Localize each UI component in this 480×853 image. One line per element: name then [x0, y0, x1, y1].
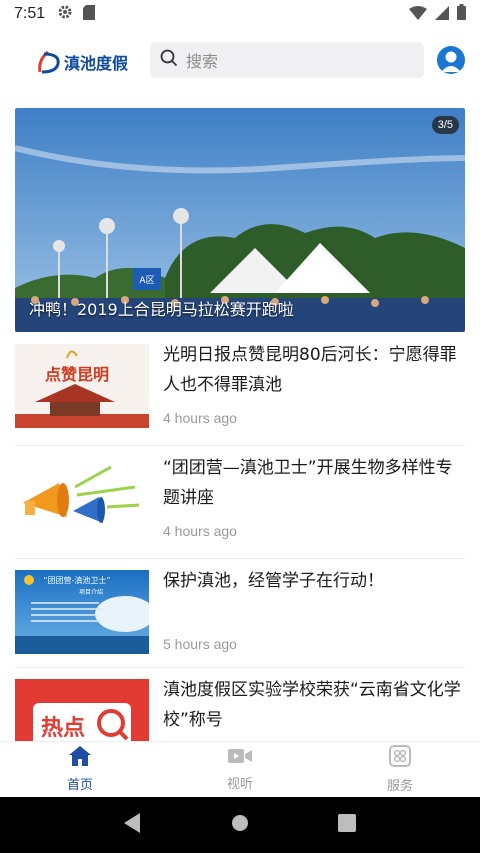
- nav-label: 服务: [386, 779, 413, 794]
- nav-item-video[interactable]: 视听: [160, 742, 320, 797]
- banner-counter: 3/5: [431, 116, 459, 134]
- logo-mark-icon: [38, 50, 60, 74]
- thumb-text: 热点: [41, 715, 85, 741]
- settings-icon: [57, 4, 73, 24]
- nav-item-home[interactable]: 首页: [0, 742, 160, 797]
- user-icon: [441, 51, 461, 72]
- divider: [15, 667, 465, 668]
- nav-label: 首页: [66, 778, 93, 793]
- search-input[interactable]: 搜索: [150, 42, 424, 78]
- status-bar: 7:51: [0, 0, 480, 28]
- news-thumbnail: “团团营-滇池卫士” 项目介绍: [15, 570, 149, 654]
- divider: [15, 445, 465, 446]
- status-time: 7:51: [14, 5, 46, 22]
- news-item[interactable]: “团团营—滇池卫士”开展生物多样性专题讲座 4 hours ago: [15, 447, 465, 559]
- nav-item-service[interactable]: 服务: [320, 742, 480, 797]
- news-thumbnail: [15, 457, 149, 541]
- system-nav-bar: [0, 797, 480, 853]
- news-item[interactable]: 点赞昆明 光明日报点赞昆明80后河长：宁愿得罪人也不得罪滇池 4 hours a…: [15, 334, 465, 446]
- news-title: 滇池度假区实验学校荣获“云南省文化学校”称号: [163, 680, 461, 730]
- news-time: 5 hours ago: [163, 636, 237, 652]
- bottom-nav: 首页 视听 服务: [0, 741, 480, 797]
- logo-text: 滇池度假: [64, 54, 129, 73]
- news-title: “团团营—滇池卫士”开展生物多样性专题讲座: [163, 458, 453, 508]
- news-title: 保护滇池，经管学子在行动！: [163, 571, 384, 591]
- app-logo: 滇池度假: [36, 50, 128, 74]
- thumb-text: 点赞昆明: [45, 365, 109, 384]
- banner-sign: A区: [139, 275, 154, 286]
- home-icon: [69, 746, 91, 770]
- thumb-text: “团团营-滇池卫士”: [43, 575, 110, 585]
- video-icon: [228, 747, 252, 769]
- news-title: 光明日报点赞昆明80后河长：宁愿得罪人也不得罪滇池: [163, 345, 457, 395]
- nav-label: 视听: [226, 777, 253, 792]
- banner-carousel[interactable]: A区 冲鸭！2019上合昆明马拉松赛开跑啦 3/5: [15, 108, 465, 332]
- news-thumbnail: 点赞昆明: [15, 344, 149, 428]
- thumb-subtext: 项目介绍: [79, 588, 103, 596]
- divider: [15, 558, 465, 559]
- news-item[interactable]: “团团营-滇池卫士” 项目介绍 保护滇池，经管学子在行动！ 5 hours ag…: [15, 560, 465, 672]
- battery-icon: [457, 4, 466, 24]
- service-icon: [389, 745, 411, 771]
- back-icon[interactable]: [124, 813, 142, 837]
- banner-caption: 冲鸭！2019上合昆明马拉松赛开跑啦: [29, 300, 294, 319]
- wifi-icon: [409, 5, 427, 24]
- search-placeholder: 搜索: [186, 52, 219, 71]
- sd-card-icon: [83, 4, 96, 24]
- recents-icon[interactable]: [337, 814, 356, 836]
- news-time: 4 hours ago: [163, 523, 237, 539]
- avatar[interactable]: [437, 46, 465, 74]
- signal-icon: [435, 5, 449, 24]
- news-time: 4 hours ago: [163, 410, 237, 426]
- search-icon: [160, 49, 178, 71]
- home-button-icon[interactable]: [231, 814, 249, 836]
- app-header: 滇池度假 搜索: [0, 28, 480, 98]
